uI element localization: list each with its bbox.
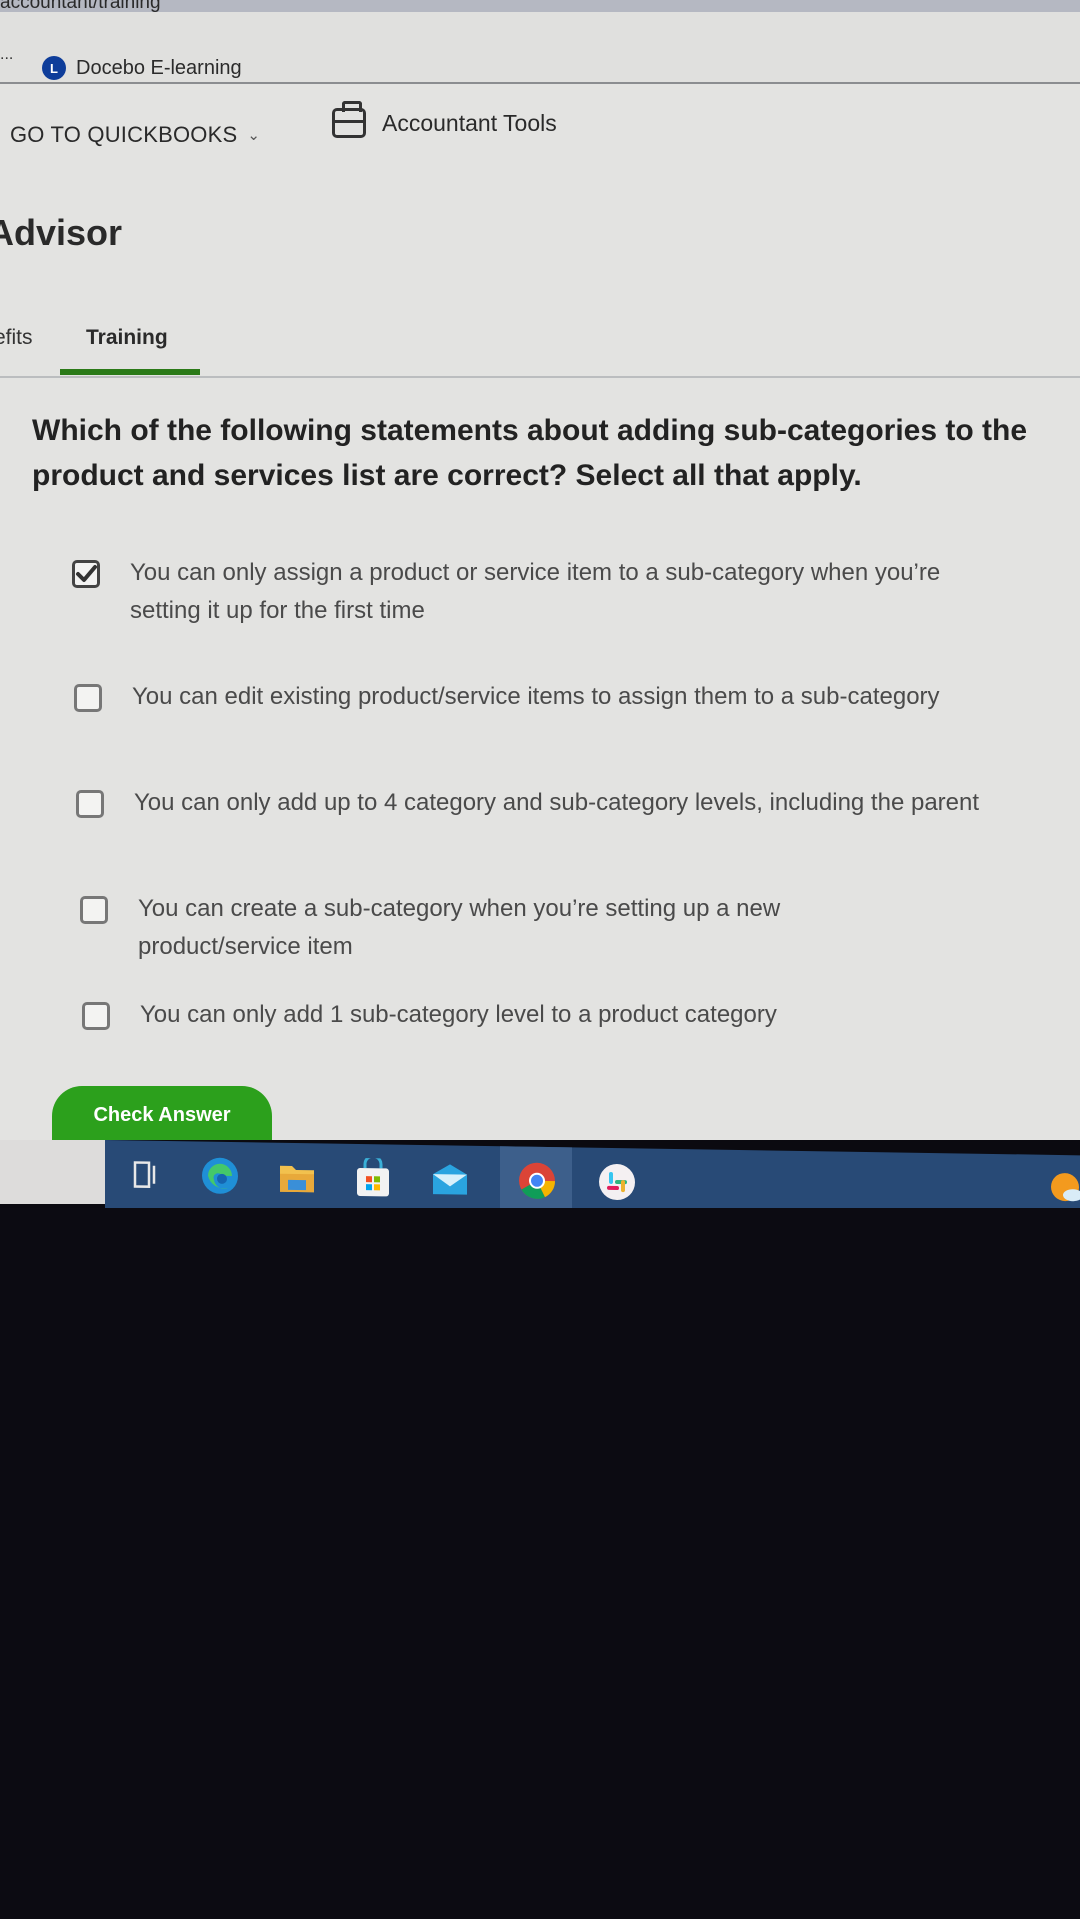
tab-training[interactable]: Training [86, 326, 168, 350]
edge-icon[interactable] [200, 1155, 240, 1196]
weather-icon[interactable] [1045, 1169, 1080, 1210]
taskbar-edge [0, 1140, 105, 1204]
chrome-icon[interactable] [517, 1160, 557, 1201]
answer-option[interactable]: You can only assign a product or service… [72, 559, 992, 630]
checkbox-checked[interactable] [72, 560, 100, 588]
answer-option-text: You can only add 1 sub-category level to… [140, 1001, 777, 1028]
go-to-quickbooks-dropdown[interactable]: GO TO QUICKBOOKS ⌄ [10, 122, 260, 148]
answer-option[interactable]: You can edit existing product/service it… [74, 683, 974, 716]
store-icon[interactable] [353, 1157, 393, 1199]
accountant-tools-label: Accountant Tools [382, 109, 557, 136]
top-navigation: GO TO QUICKBOOKS ⌄ Accountant Tools [0, 82, 1080, 162]
bookmark-docebo[interactable]: L Docebo E-learning [42, 56, 242, 80]
checkbox-unchecked[interactable] [76, 790, 104, 818]
checkbox-unchecked[interactable] [80, 896, 108, 924]
mail-icon[interactable] [430, 1159, 470, 1200]
monitor-screen: accountant/training ... L Docebo E-learn… [0, 0, 1080, 1140]
tab-bar: efits Training [0, 320, 1080, 378]
answer-option[interactable]: You can create a sub-category when you’r… [80, 895, 900, 966]
checkbox-unchecked[interactable] [74, 684, 102, 712]
checkmark-icon [76, 565, 97, 582]
quiz-question: Which of the following statements about … [32, 414, 1028, 492]
active-tab-indicator [60, 369, 200, 375]
tab-benefits[interactable]: efits [0, 326, 33, 350]
answer-option-text: You can edit existing product/service it… [132, 683, 940, 710]
page-title: Advisor [0, 212, 123, 253]
answer-option[interactable]: You can only add up to 4 category and su… [76, 789, 996, 822]
monitor-bezel-area [0, 1208, 1080, 1919]
bookmarks-bar: ... L Docebo E-learning [0, 12, 1080, 84]
answer-option-text: You can only assign a product or service… [130, 559, 941, 624]
bookmark-label: Docebo E-learning [76, 56, 242, 79]
chevron-down-icon: ⌄ [247, 127, 261, 144]
address-bar[interactable]: accountant/training [0, 0, 1080, 13]
answer-option-text: You can create a sub-category when you’r… [138, 895, 781, 960]
answer-option[interactable]: You can only add 1 sub-category level to… [82, 1001, 1002, 1034]
folder-icon[interactable] [277, 1157, 317, 1198]
bookmark-overflow[interactable]: ... [0, 46, 13, 64]
docebo-favicon-icon: L [42, 56, 66, 80]
slack-icon[interactable] [597, 1162, 637, 1203]
check-answer-button[interactable]: Check Answer [52, 1086, 272, 1140]
checkbox-unchecked[interactable] [82, 1002, 110, 1030]
accountant-tools-button[interactable]: Accountant Tools [332, 101, 557, 138]
briefcase-icon [332, 101, 366, 138]
task-view-icon[interactable] [125, 1154, 165, 1195]
go-to-quickbooks-label: GO TO QUICKBOOKS [10, 122, 238, 147]
answer-option-text: You can only add up to 4 category and su… [134, 789, 980, 816]
